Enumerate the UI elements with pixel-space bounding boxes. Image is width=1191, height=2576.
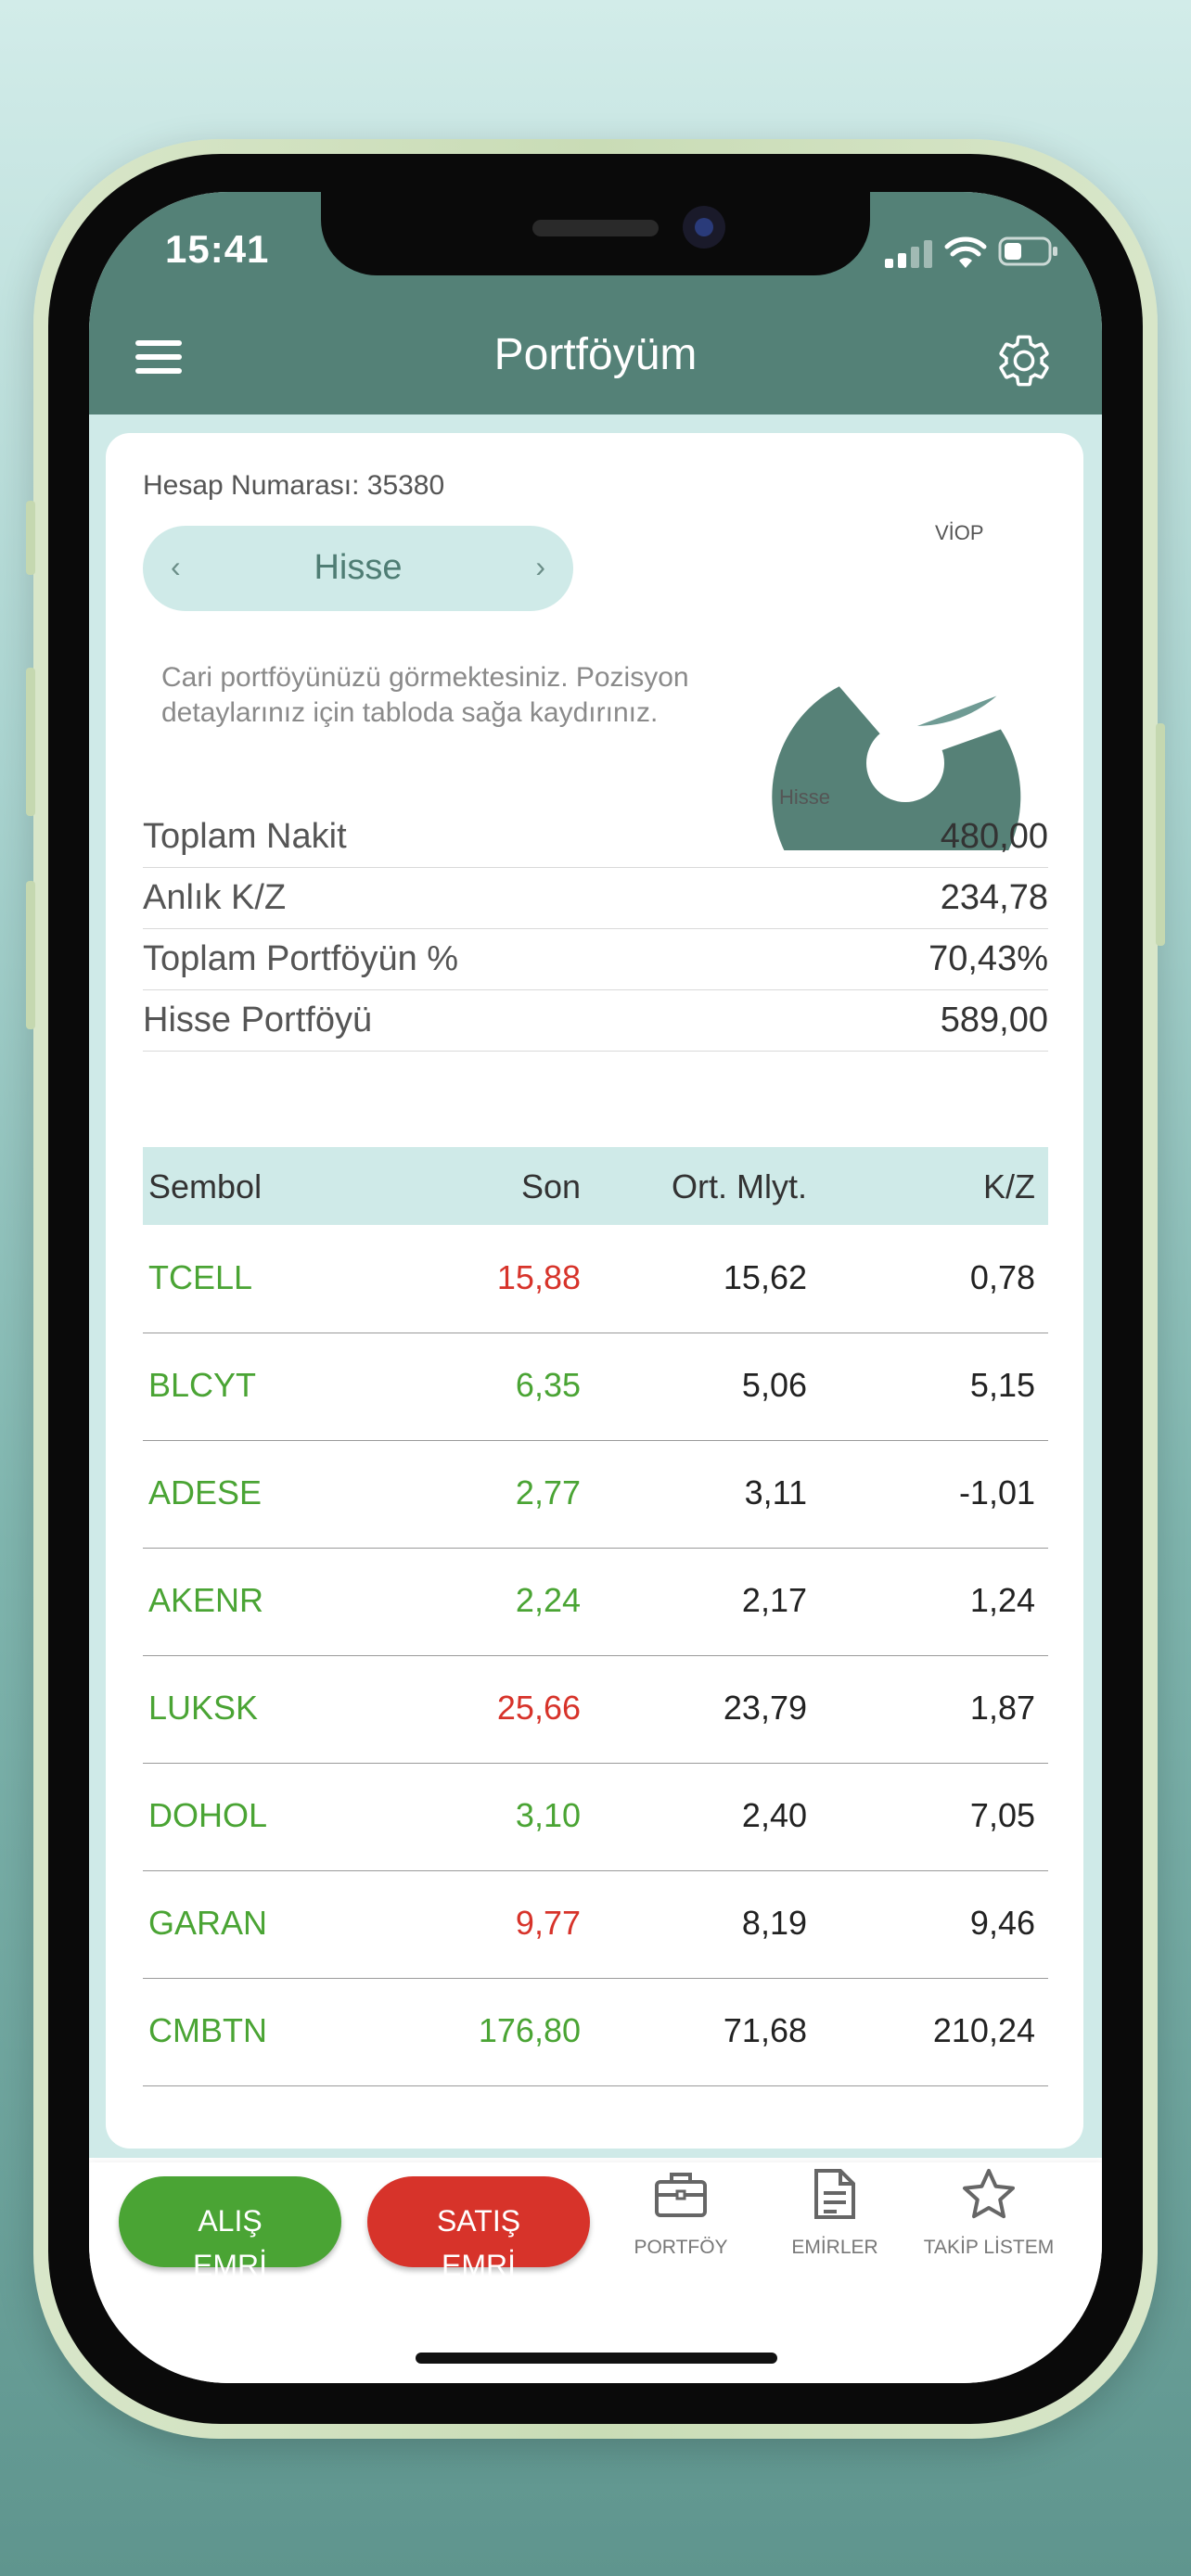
tab-orders-label: EMİRLER (791, 2237, 878, 2258)
asset-type-selector[interactable]: ‹ Hisse › (143, 526, 573, 611)
table-header: Sembol Son Ort. Mlyt. K/Z (143, 1147, 1048, 1225)
table-row[interactable]: CMBTN 176,80 71,68 210,24 (143, 1978, 1048, 2086)
table-row[interactable]: BLCYT 6,35 5,06 5,15 (143, 1333, 1048, 1441)
summary-row: Toplam Portföyün % 70,43% (143, 928, 1048, 990)
summary-key: Toplam Portföyün % (143, 939, 459, 978)
column-header-symbol[interactable]: Sembol (148, 1167, 262, 1206)
tab-orders[interactable]: EMİRLER (751, 2167, 918, 2259)
summary-key: Anlık K/Z (143, 878, 287, 917)
cell-last-price: 2,77 (515, 1473, 581, 1511)
chevron-right-icon[interactable]: › (535, 550, 545, 584)
column-header-profit-loss[interactable]: K/Z (983, 1167, 1035, 1206)
tab-watchlist[interactable]: TAKİP LİSTEM (905, 2167, 1072, 2259)
cell-symbol: BLCYT (148, 1366, 257, 1404)
cell-last-price: 15,88 (496, 1258, 581, 1296)
summary-value: 480,00 (940, 817, 1048, 856)
cell-symbol: CMBTN (148, 2011, 267, 2049)
cell-profit-loss: 1,24 (969, 1581, 1035, 1619)
cell-profit-loss: 1,87 (969, 1689, 1035, 1727)
sell-label-line1: SATIŞ (436, 2204, 521, 2238)
mute-switch (26, 501, 35, 575)
sell-order-button[interactable]: SATIŞ EMRİ (367, 2176, 590, 2280)
battery-icon (998, 236, 1057, 266)
cellular-signal-icon (885, 240, 932, 268)
cell-last-price: 3,10 (515, 1796, 581, 1834)
summary-value: 234,78 (940, 878, 1048, 917)
cell-symbol: LUKSK (148, 1689, 259, 1727)
screen: 15:41 Portföyüm Hesap Numarası: 35380 ‹ … (89, 192, 1102, 2383)
cell-symbol: DOHOL (148, 1796, 268, 1834)
summary-value: 589,00 (940, 1001, 1048, 1039)
star-icon (963, 2169, 1015, 2219)
summary-row: Anlık K/Z 234,78 (143, 867, 1048, 929)
summary-row: Hisse Portföyü 589,00 (143, 989, 1048, 1052)
page-title: Portföyüm (493, 330, 698, 379)
cell-avg-cost: 8,19 (741, 1904, 807, 1942)
cell-avg-cost: 15,62 (723, 1258, 807, 1296)
status-time: 15:41 (165, 227, 270, 271)
cell-symbol: ADESE (148, 1473, 263, 1511)
pie-hole (866, 724, 944, 802)
front-camera (683, 206, 725, 249)
power-button (1156, 723, 1165, 946)
sell-label-line2: EMRİ (442, 2249, 516, 2282)
table-row[interactable]: DOHOL 3,10 2,40 7,05 (143, 1763, 1048, 1871)
cell-avg-cost: 71,68 (723, 2011, 807, 2049)
info-text: Cari portföyünüzü görmektesiniz. Pozisyo… (161, 662, 689, 728)
cell-profit-loss: 7,05 (969, 1796, 1035, 1834)
cell-profit-loss: 5,15 (969, 1366, 1035, 1404)
column-header-avg-cost[interactable]: Ort. Mlyt. (672, 1167, 807, 1206)
speaker (532, 220, 659, 236)
cell-profit-loss: 9,46 (969, 1904, 1035, 1942)
document-icon (814, 2169, 855, 2219)
cell-avg-cost: 5,06 (741, 1366, 807, 1404)
tab-portfolio-label: PORTFÖY (634, 2237, 728, 2258)
cell-profit-loss: 0,78 (969, 1258, 1035, 1296)
buy-order-button[interactable]: ALIŞ EMRİ (119, 2176, 341, 2280)
tab-watchlist-label: TAKİP LİSTEM (923, 2237, 1055, 2258)
account-number: Hesap Numarası: 35380 (143, 470, 445, 501)
pie-slice-viop (916, 695, 997, 726)
cell-avg-cost: 23,79 (723, 1689, 807, 1727)
home-indicator (416, 2353, 777, 2364)
cell-symbol: TCELL (148, 1258, 253, 1296)
cell-last-price: 176,80 (478, 2011, 581, 2049)
gear-icon[interactable] (994, 331, 1054, 390)
cell-last-price: 2,24 (515, 1581, 581, 1619)
wifi-icon (944, 236, 987, 268)
table-row[interactable]: LUKSK 25,66 23,79 1,87 (143, 1655, 1048, 1764)
volume-up-button (26, 668, 35, 816)
column-header-last[interactable]: Son (521, 1167, 581, 1206)
pie-label-viop: VİOP (935, 521, 984, 544)
cell-avg-cost: 2,40 (741, 1796, 807, 1834)
cell-profit-loss: 210,24 (932, 2011, 1035, 2049)
summary-key: Toplam Nakit (143, 817, 347, 856)
volume-down-button (26, 881, 35, 1029)
buy-label-line2: EMRİ (193, 2249, 267, 2282)
table-row[interactable]: AKENR 2,24 2,17 1,24 (143, 1548, 1048, 1656)
table-row[interactable]: ADESE 2,77 3,11 -1,01 (143, 1440, 1048, 1549)
cell-symbol: AKENR (148, 1581, 264, 1619)
summary-row: Toplam Nakit 480,00 (143, 806, 1048, 868)
cell-avg-cost: 2,17 (741, 1581, 807, 1619)
cell-last-price: 25,66 (496, 1689, 581, 1727)
table-row[interactable]: GARAN 9,77 8,19 9,46 (143, 1870, 1048, 1979)
tab-portfolio[interactable]: PORTFÖY (597, 2167, 764, 2259)
table-row[interactable]: TCELL 15,88 15,62 0,78 (143, 1225, 1048, 1333)
cell-last-price: 9,77 (515, 1904, 581, 1942)
cell-avg-cost: 3,11 (744, 1473, 807, 1511)
cell-last-price: 6,35 (515, 1366, 581, 1404)
summary-key: Hisse Portföyü (143, 1001, 373, 1039)
asset-type-label: Hisse (314, 548, 403, 587)
summary-value: 70,43% (928, 939, 1048, 978)
cell-symbol: GARAN (148, 1904, 268, 1942)
briefcase-icon (655, 2173, 707, 2217)
buy-label-line1: ALIŞ (198, 2204, 263, 2238)
cell-profit-loss: -1,01 (958, 1473, 1035, 1511)
